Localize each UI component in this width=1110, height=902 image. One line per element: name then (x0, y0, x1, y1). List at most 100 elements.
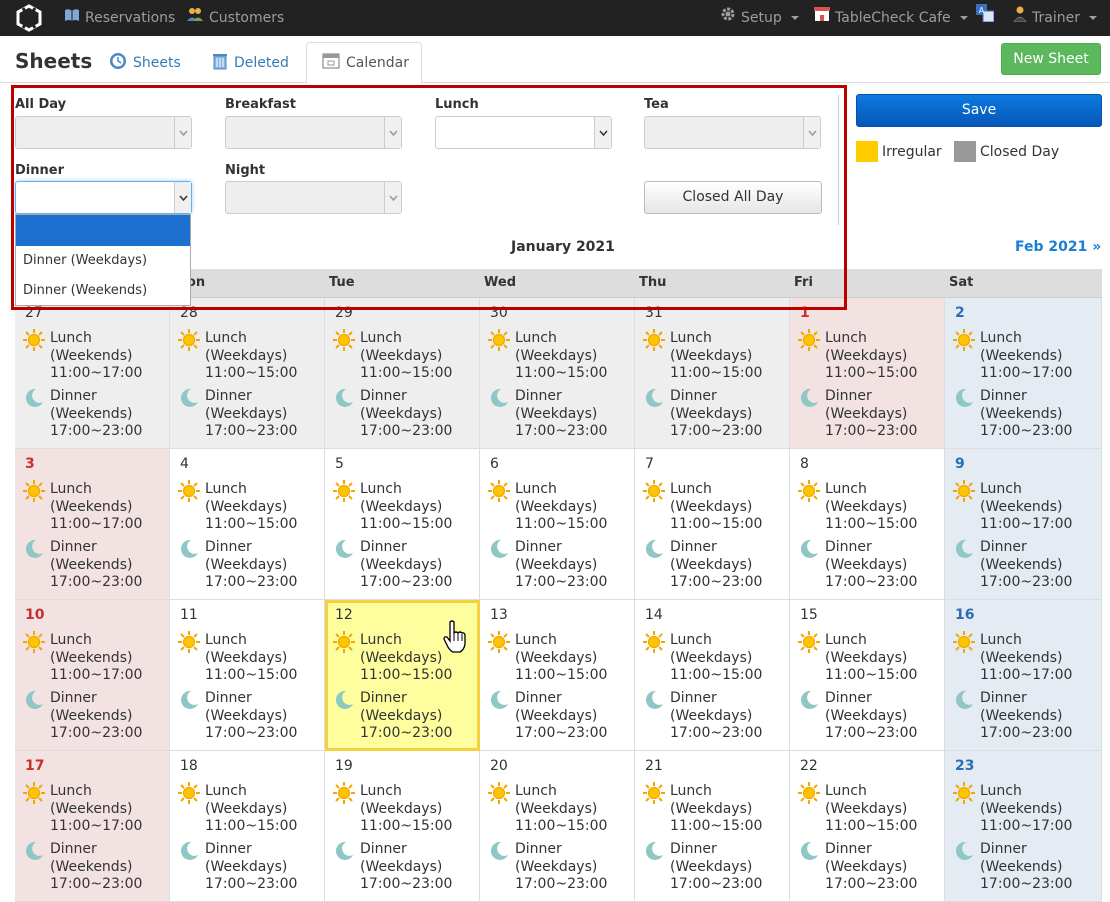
dinner-service[interactable]: Dinner (Weekends) 17:00~23:00 (23, 388, 142, 441)
dinner-service[interactable]: Dinner (Weekdays) 17:00~23:00 (333, 388, 452, 441)
dinner-service[interactable]: Dinner (Weekends) 17:00~23:00 (953, 690, 1072, 743)
calendar-day-cell[interactable]: 27 Lunch (Weekends) 11:00~17:00 Dinner (Weeke… (15, 298, 170, 449)
lunch-service[interactable]: Lunch (Weekdays) 11:00~15:00 (643, 782, 762, 836)
lunch-service[interactable]: Lunch (Weekdays) 11:00~15:00 (178, 480, 297, 534)
dropdown-option-dinner-weekdays[interactable]: Dinner (Weekdays) (16, 246, 190, 276)
lunch-service[interactable]: Lunch (Weekdays) 11:00~15:00 (798, 329, 917, 383)
calendar-day-cell[interactable]: 18 Lunch (Weekdays) 11:00~15:00 Dinner (Weekd… (170, 751, 325, 902)
calendar-day-cell[interactable]: 14 Lunch (Weekdays) 11:00~15:00 Dinner (Weekd… (635, 600, 790, 751)
tablecheck-logo-icon[interactable] (14, 4, 44, 32)
breakfast-select[interactable] (225, 116, 402, 149)
calendar-day-cell[interactable]: 31 Lunch (Weekdays) 11:00~15:00 Dinner (Weekd… (635, 298, 790, 449)
lunch-service[interactable]: Lunch (Weekends) 11:00~17:00 (23, 782, 142, 836)
calendar-day-cell[interactable]: 7 Lunch (Weekdays) 11:00~15:00 Dinner (Weekda… (635, 449, 790, 600)
lunch-service[interactable]: Lunch (Weekends) 11:00~17:00 (23, 329, 142, 383)
dinner-service[interactable]: Dinner (Weekends) 17:00~23:00 (23, 690, 142, 743)
tea-select[interactable] (644, 116, 821, 149)
calendar-day-cell[interactable]: 16 Lunch (Weekends) 11:00~17:00 Dinner (Weeke… (945, 600, 1102, 751)
dinner-service[interactable]: Dinner (Weekdays) 17:00~23:00 (643, 841, 762, 894)
store-menu[interactable]: TableCheck Cafe (814, 0, 968, 36)
lunch-service[interactable]: Lunch (Weekdays) 11:00~15:00 (178, 782, 297, 836)
calendar-day-cell[interactable]: 9 Lunch (Weekends) 11:00~17:00 Dinner (Weeken… (945, 449, 1102, 600)
next-month-link[interactable]: Feb 2021 » (1015, 239, 1101, 255)
dinner-service[interactable]: Dinner (Weekdays) 17:00~23:00 (798, 841, 917, 894)
dinner-select[interactable] (15, 181, 192, 214)
calendar-day-cell[interactable]: 6 Lunch (Weekdays) 11:00~15:00 Dinner (Weekda… (480, 449, 635, 600)
dinner-service[interactable]: Dinner (Weekdays) 17:00~23:00 (643, 388, 762, 441)
lunch-service[interactable]: Lunch (Weekdays) 11:00~15:00 (178, 631, 297, 685)
dinner-service[interactable]: Dinner (Weekdays) 17:00~23:00 (178, 388, 297, 441)
dinner-service[interactable]: Dinner (Weekdays) 17:00~23:00 (178, 690, 297, 743)
lunch-service[interactable]: Lunch (Weekdays) 11:00~15:00 (178, 329, 297, 383)
calendar-day-cell[interactable]: 5 Lunch (Weekdays) 11:00~15:00 Dinner (Weekda… (325, 449, 480, 600)
dropdown-option-dinner-weekends[interactable]: Dinner (Weekends) (16, 276, 190, 306)
language-button[interactable]: A (976, 0, 995, 36)
setup-menu[interactable]: Setup (720, 0, 799, 36)
calendar-day-cell[interactable]: 1 Lunch (Weekdays) 11:00~15:00 Dinner (Weekda… (790, 298, 945, 449)
dinner-service[interactable]: Dinner (Weekdays) 17:00~23:00 (178, 841, 297, 894)
lunch-service[interactable]: Lunch (Weekdays) 11:00~15:00 (333, 631, 452, 685)
dinner-service[interactable]: Dinner (Weekends) 17:00~23:00 (23, 841, 142, 894)
calendar-day-cell[interactable]: 15 Lunch (Weekdays) 11:00~15:00 Dinner (Weekd… (790, 600, 945, 751)
lunch-service[interactable]: Lunch (Weekdays) 11:00~15:00 (333, 782, 452, 836)
lunch-service[interactable]: Lunch (Weekdays) 11:00~15:00 (798, 480, 917, 534)
new-sheet-button[interactable]: New Sheet (1001, 43, 1101, 75)
lunch-service[interactable]: Lunch (Weekdays) 11:00~15:00 (798, 631, 917, 685)
dinner-service[interactable]: Dinner (Weekdays) 17:00~23:00 (488, 690, 607, 743)
dinner-service[interactable]: Dinner (Weekdays) 17:00~23:00 (488, 539, 607, 592)
lunch-service[interactable]: Lunch (Weekdays) 11:00~15:00 (643, 329, 762, 383)
nav-customers[interactable]: Customers (186, 0, 284, 36)
calendar-day-cell[interactable]: 11 Lunch (Weekdays) 11:00~15:00 Dinner (Weekd… (170, 600, 325, 751)
lunch-service[interactable]: Lunch (Weekends) 11:00~17:00 (953, 631, 1072, 685)
lunch-service[interactable]: Lunch (Weekdays) 11:00~15:00 (333, 480, 452, 534)
dinner-service[interactable]: Dinner (Weekdays) 17:00~23:00 (643, 539, 762, 592)
calendar-day-cell[interactable]: 13 Lunch (Weekdays) 11:00~15:00 Dinner (Weekd… (480, 600, 635, 751)
lunch-service[interactable]: Lunch (Weekends) 11:00~17:00 (953, 782, 1072, 836)
calendar-day-cell[interactable]: 20 Lunch (Weekdays) 11:00~15:00 Dinner (Weekd… (480, 751, 635, 902)
calendar-day-cell[interactable]: 23 Lunch (Weekends) 11:00~17:00 Dinner (Weeke… (945, 751, 1102, 902)
dinner-service[interactable]: Dinner (Weekends) 17:00~23:00 (953, 388, 1072, 441)
all-day-select[interactable] (15, 116, 192, 149)
lunch-service[interactable]: Lunch (Weekdays) 11:00~15:00 (488, 480, 607, 534)
tab-sheets[interactable]: Sheets (109, 52, 181, 74)
lunch-service[interactable]: Lunch (Weekends) 11:00~17:00 (953, 480, 1072, 534)
dinner-service[interactable]: Dinner (Weekdays) 17:00~23:00 (798, 388, 917, 441)
closed-all-day-button[interactable]: Closed All Day (644, 181, 822, 214)
dropdown-option-blank[interactable] (16, 215, 190, 246)
dinner-service[interactable]: Dinner (Weekends) 17:00~23:00 (953, 539, 1072, 592)
lunch-service[interactable]: Lunch (Weekdays) 11:00~15:00 (488, 329, 607, 383)
dinner-service[interactable]: Dinner (Weekdays) 17:00~23:00 (333, 690, 452, 743)
calendar-day-cell[interactable]: 29 Lunch (Weekdays) 11:00~15:00 Dinner (Weekd… (325, 298, 480, 449)
calendar-day-cell[interactable]: 3 Lunch (Weekends) 11:00~17:00 Dinner (Weeken… (15, 449, 170, 600)
calendar-day-cell[interactable]: 10 Lunch (Weekends) 11:00~17:00 Dinner (Weeke… (15, 600, 170, 751)
dinner-service[interactable]: Dinner (Weekdays) 17:00~23:00 (178, 539, 297, 592)
calendar-day-cell[interactable]: 17 Lunch (Weekends) 11:00~17:00 Dinner (Weeke… (15, 751, 170, 902)
calendar-day-cell[interactable]: 2 Lunch (Weekends) 11:00~17:00 Dinner (Weeken… (945, 298, 1102, 449)
calendar-day-cell[interactable]: 8 Lunch (Weekdays) 11:00~15:00 Dinner (Weekda… (790, 449, 945, 600)
lunch-service[interactable]: Lunch (Weekends) 11:00~17:00 (23, 480, 142, 534)
calendar-day-cell[interactable]: 22 Lunch (Weekdays) 11:00~15:00 Dinner (Weekd… (790, 751, 945, 902)
calendar-day-cell[interactable]: 4 Lunch (Weekdays) 11:00~15:00 Dinner (Weekda… (170, 449, 325, 600)
lunch-service[interactable]: Lunch (Weekdays) 11:00~15:00 (798, 782, 917, 836)
tab-deleted[interactable]: Deleted (212, 52, 289, 74)
calendar-day-cell[interactable]: 28 Lunch (Weekdays) 11:00~15:00 Dinner (Weekd… (170, 298, 325, 449)
tab-calendar[interactable]: Calendar (306, 42, 422, 84)
dinner-service[interactable]: Dinner (Weekdays) 17:00~23:00 (798, 690, 917, 743)
lunch-service[interactable]: Lunch (Weekdays) 11:00~15:00 (333, 329, 452, 383)
dinner-service[interactable]: Dinner (Weekdays) 17:00~23:00 (488, 841, 607, 894)
dinner-service[interactable]: Dinner (Weekdays) 17:00~23:00 (333, 841, 452, 894)
calendar-day-cell[interactable]: 19 Lunch (Weekdays) 11:00~15:00 Dinner (Weekd… (325, 751, 480, 902)
lunch-service[interactable]: Lunch (Weekdays) 11:00~15:00 (643, 480, 762, 534)
lunch-select[interactable] (435, 116, 612, 149)
lunch-service[interactable]: Lunch (Weekdays) 11:00~15:00 (488, 631, 607, 685)
lunch-service[interactable]: Lunch (Weekends) 11:00~17:00 (953, 329, 1072, 383)
dinner-service[interactable]: Dinner (Weekends) 17:00~23:00 (953, 841, 1072, 894)
night-select[interactable] (225, 181, 402, 214)
dinner-service[interactable]: Dinner (Weekends) 17:00~23:00 (23, 539, 142, 592)
nav-reservations[interactable]: Reservations (64, 0, 175, 36)
save-button[interactable]: Save (856, 94, 1102, 127)
calendar-day-cell[interactable]: 30 Lunch (Weekdays) 11:00~15:00 Dinner (Weekd… (480, 298, 635, 449)
dinner-service[interactable]: Dinner (Weekdays) 17:00~23:00 (643, 690, 762, 743)
calendar-day-cell[interactable]: 21 Lunch (Weekdays) 11:00~15:00 Dinner (Weekd… (635, 751, 790, 902)
user-menu[interactable]: Trainer (1013, 0, 1097, 36)
